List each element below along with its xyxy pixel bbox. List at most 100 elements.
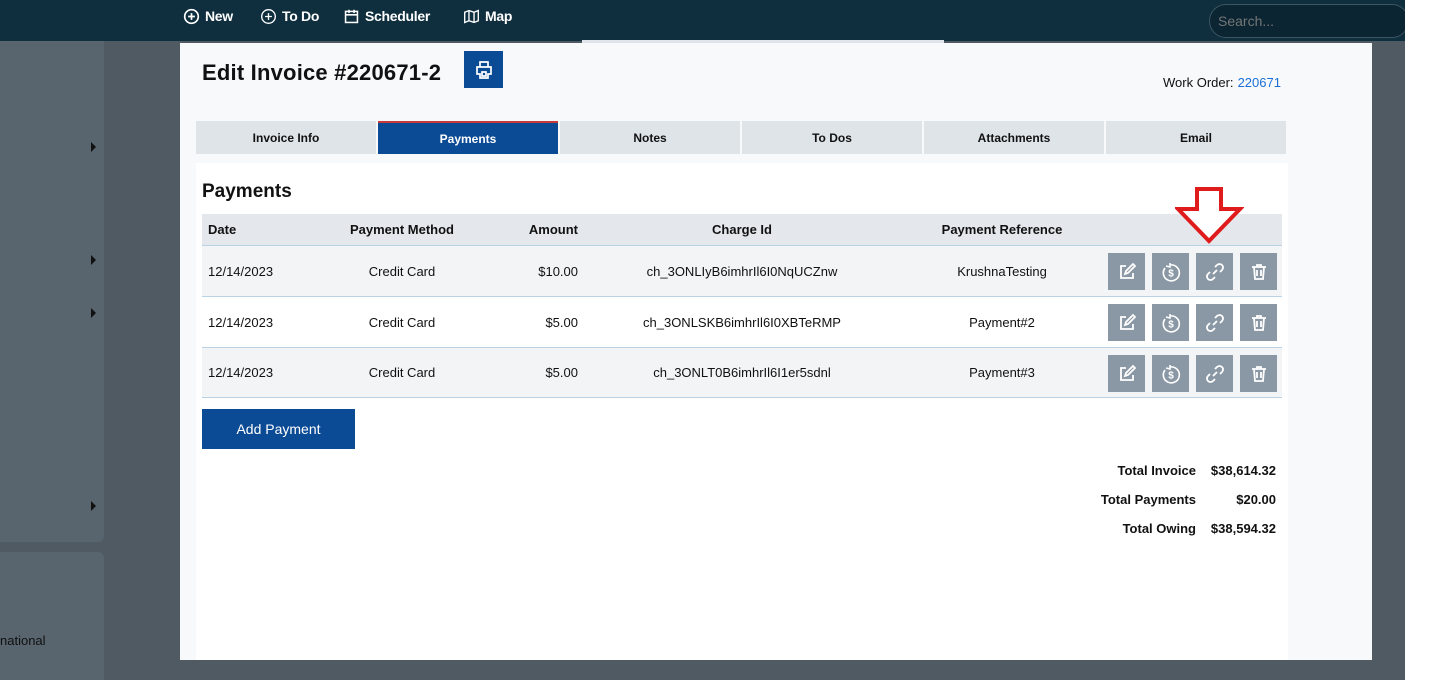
link-icon <box>1205 313 1224 332</box>
edit-payment-button[interactable] <box>1108 355 1145 392</box>
link-icon <box>1205 364 1224 383</box>
edit-payment-button[interactable] <box>1108 304 1145 341</box>
total-owing-row: Total Owing $38,594.32 <box>1101 514 1276 543</box>
refund-button[interactable]: $ <box>1152 355 1189 392</box>
payment-amount: $5.00 <box>545 314 578 330</box>
svg-text:$: $ <box>1168 319 1174 330</box>
row-actions: $ <box>1108 355 1277 392</box>
new-button[interactable]: New <box>183 6 233 26</box>
edit-payment-button[interactable] <box>1108 253 1145 290</box>
map-icon <box>464 9 479 23</box>
tab-attachments[interactable]: Attachments <box>924 121 1104 154</box>
map-label: Map <box>485 8 513 24</box>
scheduler-label: Scheduler <box>365 8 430 24</box>
sidebar-partial-text: national <box>0 633 46 648</box>
trash-icon <box>1251 314 1266 331</box>
total-payments-label: Total Payments <box>1100 492 1196 507</box>
link-button[interactable] <box>1196 304 1233 341</box>
map-button[interactable]: Map <box>463 6 512 26</box>
trash-icon <box>1251 365 1266 382</box>
row-actions: $ <box>1108 253 1277 290</box>
tab-todos[interactable]: To Dos <box>742 121 922 154</box>
total-invoice-value: $38,614.32 <box>1210 463 1276 478</box>
charge-id: ch_3ONLIyB6imhrIl6I0NqUCZnw <box>646 263 838 279</box>
table-row: 12/14/2023 Credit Card $5.00 ch_3ONLSKB6… <box>202 296 1282 347</box>
link-button[interactable] <box>1196 253 1233 290</box>
print-button[interactable] <box>464 51 503 88</box>
todo-button[interactable]: To Do <box>260 6 319 26</box>
link-icon <box>1205 262 1224 281</box>
section-title: Payments <box>202 181 292 202</box>
edit-icon <box>1119 364 1136 381</box>
plus-circle-icon <box>183 8 200 24</box>
chevron-right-icon[interactable] <box>91 308 96 318</box>
tab-invoice-info[interactable]: Invoice Info <box>196 121 376 154</box>
modal-top-accent <box>582 40 944 43</box>
payment-date: 12/14/2023 <box>208 365 274 380</box>
chevron-right-icon[interactable] <box>91 142 96 152</box>
new-label: New <box>205 8 233 24</box>
refund-icon: $ <box>1162 262 1180 282</box>
sidebar-card-lower <box>0 552 104 680</box>
add-payment-button[interactable]: Add Payment <box>202 409 355 449</box>
trash-icon <box>1251 263 1266 280</box>
total-owing-label: Total Owing <box>1122 521 1196 536</box>
tab-email[interactable]: Email <box>1106 121 1286 154</box>
annotation-arrow-icon <box>1175 187 1244 244</box>
edit-icon <box>1119 262 1136 279</box>
page-edge-bottom <box>0 680 1431 700</box>
payment-method: Credit Card <box>368 314 436 330</box>
payment-reference: KrushnaTesting <box>957 263 1047 279</box>
payment-date: 12/14/2023 <box>208 263 274 279</box>
column-header-charge-id: Charge Id <box>712 222 772 237</box>
payments-panel: Payments Date Payment Method Amount Char… <box>196 163 1288 660</box>
tab-bar: Invoice Info Payments Notes To Dos Attac… <box>196 121 1286 154</box>
printer-icon <box>475 60 492 79</box>
payment-date: 12/14/2023 <box>208 314 274 330</box>
work-order-link[interactable]: 220671 <box>1238 75 1281 90</box>
total-invoice-row: Total Invoice $38,614.32 <box>1101 456 1277 485</box>
delete-button[interactable] <box>1240 253 1277 290</box>
sidebar-card <box>0 41 104 542</box>
totals-summary: Total Invoice $38,614.32 Total Payments … <box>1101 456 1276 543</box>
total-payments-value: $20.00 <box>1236 492 1276 507</box>
refund-button[interactable]: $ <box>1152 304 1189 341</box>
total-owing-value: $38,594.32 <box>1210 521 1276 536</box>
work-order: Work Order: 220671 <box>1163 75 1281 90</box>
row-actions: $ <box>1108 304 1277 341</box>
svg-text:$: $ <box>1168 268 1174 279</box>
delete-button[interactable] <box>1240 304 1277 341</box>
chevron-right-icon[interactable] <box>91 501 96 511</box>
plus-circle-icon <box>261 8 276 24</box>
delete-button[interactable] <box>1240 355 1277 392</box>
column-header-method: Payment Method <box>349 222 454 237</box>
payment-method: Credit Card <box>368 365 436 380</box>
edit-icon <box>1119 313 1136 330</box>
work-order-label: Work Order: <box>1163 75 1234 90</box>
column-header-reference: Payment Reference <box>941 222 1063 237</box>
payment-amount: $10.00 <box>538 263 578 279</box>
chevron-right-icon[interactable] <box>91 255 96 265</box>
payment-reference: Payment#3 <box>969 365 1035 380</box>
table-row: 12/14/2023 Credit Card $5.00 ch_3ONLT0B6… <box>202 347 1282 398</box>
page-title: Edit Invoice #220671-2 <box>202 60 442 85</box>
total-invoice-label: Total Invoice <box>1117 463 1197 478</box>
payment-method: Credit Card <box>368 263 436 279</box>
total-payments-row: Total Payments $20.00 <box>1101 485 1276 514</box>
table-header: Date Payment Method Amount Charge Id Pay… <box>202 214 1282 245</box>
charge-id: ch_3ONLSKB6imhrIl6I0XBTeRMP <box>643 314 841 330</box>
payments-table: Date Payment Method Amount Charge Id Pay… <box>202 214 1282 398</box>
column-header-date: Date <box>208 222 237 237</box>
page-edge <box>1405 0 1431 700</box>
tab-payments[interactable]: Payments <box>378 121 558 154</box>
tab-notes[interactable]: Notes <box>560 121 740 154</box>
refund-icon: $ <box>1162 364 1180 384</box>
scheduler-button[interactable]: Scheduler <box>343 6 430 26</box>
table-row: 12/14/2023 Credit Card $10.00 ch_3ONLIyB… <box>202 245 1282 296</box>
refund-button[interactable]: $ <box>1152 253 1189 290</box>
refund-icon: $ <box>1162 313 1180 333</box>
link-button[interactable] <box>1196 355 1233 392</box>
payment-reference: Payment#2 <box>969 314 1035 330</box>
charge-id: ch_3ONLT0B6imhrIl6I1er5sdnl <box>653 365 831 380</box>
search-input[interactable] <box>1209 4 1409 38</box>
